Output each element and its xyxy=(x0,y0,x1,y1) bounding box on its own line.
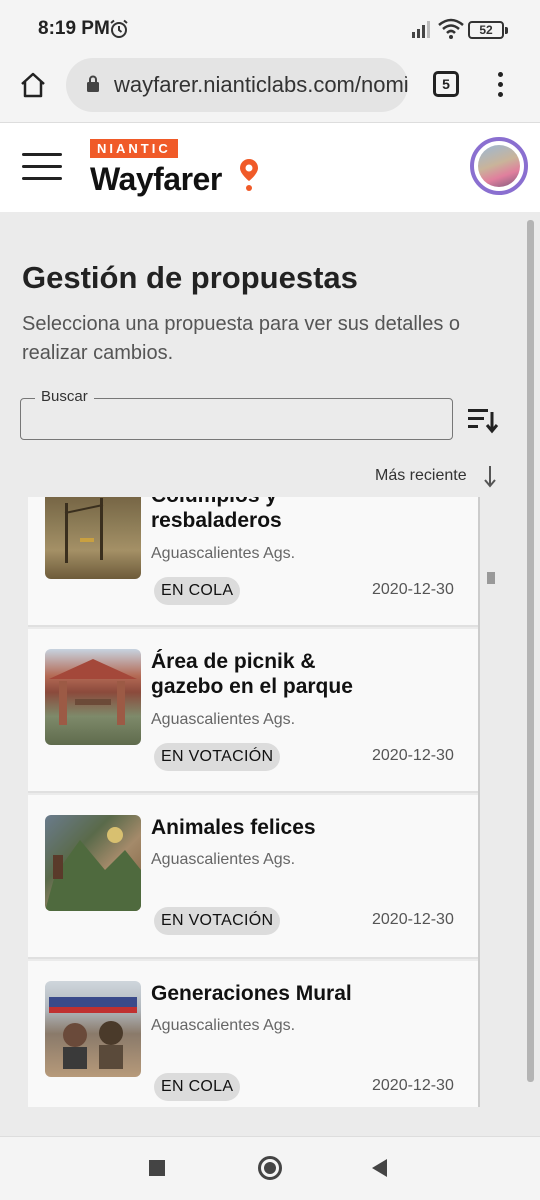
nomination-thumbnail xyxy=(45,981,141,1077)
pin-icon xyxy=(240,159,258,191)
recents-button[interactable] xyxy=(149,1160,165,1176)
system-nav-bar xyxy=(0,1136,540,1200)
sort-order-label[interactable]: Más reciente xyxy=(375,467,467,485)
alarm-icon xyxy=(110,19,128,38)
page-subtitle: Selecciona una propuesta para ver sus de… xyxy=(22,313,461,364)
search-input[interactable]: Buscar xyxy=(20,388,453,440)
menu-dots-icon[interactable] xyxy=(492,70,508,100)
status-badge: EN VOTACIÓN xyxy=(154,743,281,771)
arrow-down-icon[interactable] xyxy=(482,464,498,488)
status-badge: EN COLA xyxy=(154,577,241,605)
nomination-list[interactable]: Columpios y resbaladeros Aguascalientes … xyxy=(28,497,480,1107)
status-time: 8:19 PM xyxy=(38,18,110,39)
list-item[interactable]: Área de picnik & gazebo en el parque Agu… xyxy=(28,629,478,793)
status-bar: 8:19 PM 52 xyxy=(0,0,540,58)
home-icon[interactable] xyxy=(18,70,48,100)
home-button[interactable] xyxy=(258,1156,282,1180)
url-text[interactable]: wayfarer.nianticlabs.com/nomi xyxy=(114,72,408,98)
status-badge: EN VOTACIÓN xyxy=(154,907,281,935)
address-bar[interactable]: wayfarer.nianticlabs.com/nomi xyxy=(66,58,408,112)
niantic-logo: NIANTIC xyxy=(90,139,178,158)
page-title: Gestión de propuestas xyxy=(22,260,358,295)
back-button[interactable] xyxy=(372,1159,387,1177)
list-item[interactable]: Columpios y resbaladeros Aguascalientes … xyxy=(28,497,478,627)
search-label: Buscar xyxy=(35,388,94,405)
nomination-date: 2020-12-30 xyxy=(372,581,454,598)
nomination-location: Aguascalientes Ags. xyxy=(151,711,296,728)
nomination-location: Aguascalientes Ags. xyxy=(151,545,296,562)
nomination-title: Área de picnik & gazebo en el parque xyxy=(151,650,353,698)
hamburger-icon[interactable] xyxy=(22,153,62,183)
wifi-icon xyxy=(438,18,464,39)
nomination-title: Columpios y resbaladeros xyxy=(151,497,282,532)
status-badge: EN COLA xyxy=(154,1073,241,1101)
main-content: Gestión de propuestas Selecciona una pro… xyxy=(0,212,540,1136)
nomination-date: 2020-12-30 xyxy=(372,911,454,928)
signal-icon xyxy=(412,21,430,38)
nomination-thumbnail xyxy=(45,649,141,745)
list-scrollbar[interactable] xyxy=(487,572,495,584)
nomination-title: Generaciones Mural xyxy=(151,982,352,1005)
nomination-location: Aguascalientes Ags. xyxy=(151,851,296,868)
nomination-date: 2020-12-30 xyxy=(372,747,454,764)
wayfarer-logo: Wayfarer xyxy=(90,161,222,197)
avatar[interactable] xyxy=(470,137,528,195)
nomination-title: Animales felices xyxy=(151,816,316,839)
list-item[interactable]: Generaciones Mural Aguascalientes Ags. E… xyxy=(28,961,478,1107)
tab-switcher-button[interactable]: 5 xyxy=(433,71,459,97)
sort-icon[interactable] xyxy=(467,406,501,434)
browser-toolbar: wayfarer.nianticlabs.com/nomi 5 xyxy=(0,58,540,122)
battery-indicator: 52 xyxy=(468,21,508,39)
nomination-date: 2020-12-30 xyxy=(372,1077,454,1094)
lock-icon xyxy=(87,75,99,92)
app-header: NIANTIC Wayfarer xyxy=(0,122,540,212)
list-item[interactable]: Animales felices Aguascalientes Ags. EN … xyxy=(28,795,478,959)
nomination-thumbnail xyxy=(45,815,141,911)
nomination-thumbnail xyxy=(45,497,141,579)
page-scrollbar[interactable] xyxy=(527,220,534,1082)
nomination-location: Aguascalientes Ags. xyxy=(151,1017,296,1034)
